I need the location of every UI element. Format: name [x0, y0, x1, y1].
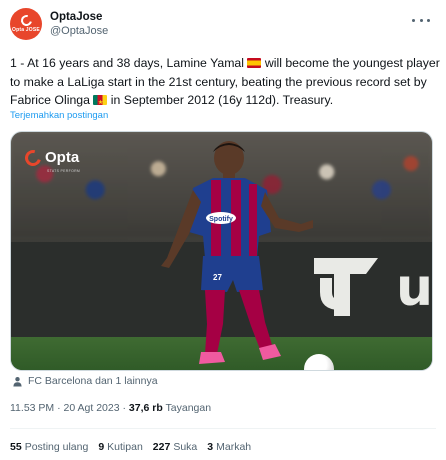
- engagement-stats: 55 Posting ulang 9 Kutipan 227 Suka 3 Markah: [10, 441, 251, 453]
- opta-logo-icon: [18, 12, 34, 29]
- tagged-users-label: FC Barcelona dan 1 lainnya: [28, 375, 158, 387]
- views-label: Tayangan: [162, 402, 212, 414]
- avatar[interactable]: Opta JOSE: [10, 8, 42, 40]
- views-count: 37,6 rb: [128, 402, 163, 414]
- stat-reposts[interactable]: 55 Posting ulang: [10, 441, 88, 453]
- author-display-name[interactable]: OptaJose: [50, 10, 108, 24]
- stat-bookmarks[interactable]: 3 Markah: [207, 441, 251, 453]
- meta-separator: ·: [119, 402, 129, 414]
- cameroon-flag-icon: [93, 94, 108, 113]
- meta-separator: ·: [54, 402, 64, 414]
- author-handle[interactable]: @OptaJose: [50, 24, 108, 38]
- translate-post-link[interactable]: Terjemahkan postingan: [10, 110, 108, 121]
- tweet-media-image[interactable]: u Opta STATS PERFORM Spotify 27: [10, 131, 433, 371]
- stat-label: Posting ulang: [24, 441, 89, 453]
- tweet-text: 1 - At 16 years and 38 days, Lamine Yama…: [10, 54, 440, 113]
- more-options-icon[interactable]: [412, 14, 430, 26]
- shirt-number: 27: [213, 273, 222, 282]
- divider: [10, 428, 436, 429]
- avatar-text: Opta JOSE: [12, 27, 40, 33]
- tweet-time[interactable]: 11.53 PM: [10, 402, 54, 414]
- board-letter: u: [396, 258, 433, 318]
- stat-count: 3: [207, 441, 214, 453]
- opta-logo-icon: [22, 146, 44, 169]
- shirt-sponsor: Spotify: [209, 216, 233, 223]
- opta-watermark-text: Opta: [45, 149, 80, 166]
- stat-count: 9: [98, 441, 105, 453]
- tweet-text-part-3: in September 2012 (16y 112d). Treasury.: [107, 93, 334, 107]
- stat-label: Suka: [173, 441, 198, 453]
- player-figure: Spotify 27: [161, 141, 313, 364]
- tweet-date[interactable]: 20 Agt 2023: [64, 402, 120, 414]
- opta-watermark-sub: STATS PERFORM: [47, 169, 81, 173]
- stat-likes[interactable]: 227 Suka: [153, 441, 197, 453]
- spain-flag-icon: [247, 58, 262, 68]
- stat-count: 227: [152, 441, 171, 453]
- opta-watermark: Opta: [22, 146, 80, 169]
- stat-quotes[interactable]: 9 Kutipan: [98, 441, 142, 453]
- stat-count: 55: [10, 441, 22, 453]
- tweet-header: Opta JOSE OptaJose @OptaJose: [10, 8, 436, 44]
- tagged-users[interactable]: FC Barcelona dan 1 lainnya: [12, 375, 158, 387]
- stat-label: Markah: [216, 441, 252, 453]
- stat-label: Kutipan: [107, 441, 143, 453]
- person-icon: [13, 376, 22, 387]
- tweet-meta: 11.53 PM · 20 Agt 2023 · 37,6 rb Tayanga…: [10, 402, 211, 414]
- tweet-text-part-1: 1 - At 16 years and 38 days, Lamine Yama…: [10, 56, 248, 70]
- author-names: OptaJose @OptaJose: [50, 10, 108, 38]
